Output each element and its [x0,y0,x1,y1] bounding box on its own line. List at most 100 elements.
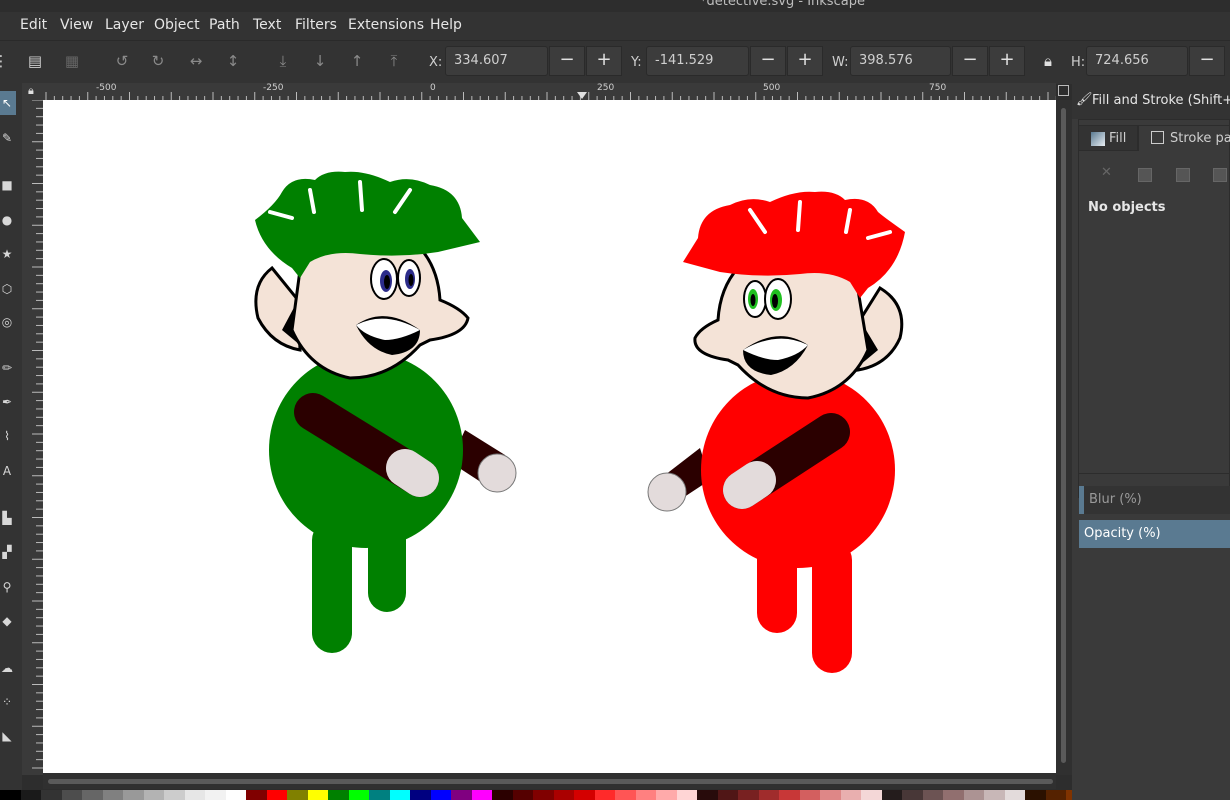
palette-swatch[interactable] [533,790,554,800]
palette-swatch[interactable] [225,790,246,800]
tab-fill[interactable]: Fill [1078,125,1138,151]
vertical-scroll-thumb[interactable] [1061,108,1066,763]
palette-swatch[interactable] [41,790,62,800]
palette-swatch[interactable] [963,790,984,800]
palette-swatch[interactable] [779,790,800,800]
zoom-corner-icon[interactable] [1058,85,1069,96]
palette-swatch[interactable] [512,790,533,800]
palette-swatch[interactable] [0,790,21,800]
palette-swatch[interactable] [881,790,902,800]
palette-swatch[interactable] [123,790,144,800]
blur-slider[interactable]: Blur (%) [1079,486,1230,514]
h-field[interactable]: 724.656 [1086,46,1188,76]
palette-swatch[interactable] [574,790,595,800]
calligraphy-tool-icon[interactable]: ⌇ [0,429,14,443]
palette-swatch[interactable] [82,790,103,800]
x-increment-button[interactable]: + [586,46,622,76]
flip-vertical-icon[interactable]: ↕ [224,52,242,70]
palette-swatch[interactable] [656,790,677,800]
mesh-tool-icon[interactable]: ▞ [0,545,14,559]
menu-view[interactable]: View [60,17,93,33]
text-tool-icon[interactable]: A [0,464,14,478]
rotate-ccw-icon[interactable]: ↺ [113,52,131,70]
palette-swatch[interactable] [758,790,779,800]
menu-layer[interactable]: Layer [105,17,144,33]
selector-tool[interactable]: ↖ [0,91,16,115]
green-character[interactable] [254,171,517,653]
palette-swatch[interactable] [615,790,636,800]
palette-swatch[interactable] [820,790,841,800]
lower-to-bottom-icon[interactable]: ⤓ [274,52,292,70]
palette-swatch[interactable] [594,790,615,800]
palette-swatch[interactable] [164,790,185,800]
dropper-tool-icon[interactable]: ⚲ [0,580,14,594]
palette-swatch[interactable] [943,790,964,800]
opacity-slider[interactable]: Opacity (%) [1079,520,1230,548]
vertical-scrollbar[interactable] [1056,85,1072,775]
vertical-ruler[interactable] [22,100,43,775]
palette-swatch[interactable] [205,790,226,800]
palette-swatch[interactable] [266,790,287,800]
palette-swatch[interactable] [861,790,882,800]
palette-swatch[interactable] [1025,790,1046,800]
palette-swatch[interactable] [922,790,943,800]
palette-swatch[interactable] [553,790,574,800]
guide-lock-icon[interactable]: 🔒︎ [28,84,34,98]
palette-swatch[interactable] [20,790,41,800]
node-tool-icon[interactable]: ✎ [0,131,14,145]
menu-help[interactable]: Help [430,17,462,33]
palette-swatch[interactable] [430,790,451,800]
menu-path[interactable]: Path [209,17,240,33]
paint-bucket-tool-icon[interactable]: ◆ [0,614,14,628]
palette-swatch[interactable] [1045,790,1066,800]
deselect-icon[interactable]: ▦ [63,52,81,70]
palette-swatch[interactable] [307,790,328,800]
palette-swatch[interactable] [799,790,820,800]
menu-edit[interactable]: Edit [20,17,47,33]
palette-swatch[interactable] [840,790,861,800]
menu-extensions[interactable]: Extensions [348,17,424,33]
palette-swatch[interactable] [184,790,205,800]
palette-swatch[interactable] [717,790,738,800]
select-all-layers-icon[interactable]: ▤ [26,52,44,70]
tab-stroke-paint[interactable]: Stroke paint [1138,125,1230,151]
radial-gradient-icon[interactable] [1213,168,1227,182]
palette-swatch[interactable] [246,790,267,800]
w-increment-button[interactable]: + [989,46,1025,76]
palette-swatch[interactable] [676,790,697,800]
palette-swatch[interactable] [328,790,349,800]
y-decrement-button[interactable]: − [750,46,786,76]
palette-swatch[interactable] [697,790,718,800]
palette-swatch[interactable] [143,790,164,800]
menu-object[interactable]: Object [154,17,200,33]
horizontal-scroll-thumb[interactable] [48,779,1053,784]
lower-icon[interactable]: ↓ [311,52,329,70]
x-field[interactable]: 334.607 [445,46,548,76]
3d-box-tool-icon[interactable]: ⬡ [0,282,14,296]
palette-swatch[interactable] [902,790,923,800]
lock-icon[interactable]: 🔒︎ [1039,52,1057,70]
red-character[interactable] [647,191,905,673]
linear-gradient-icon[interactable] [1176,168,1190,182]
h-decrement-button[interactable]: − [1189,46,1225,76]
spray-tool-icon[interactable]: ⁘ [0,695,14,709]
star-tool-icon[interactable]: ★ [0,247,14,261]
color-palette[interactable] [0,790,1230,800]
raise-to-top-icon[interactable]: ⤒ [385,52,403,70]
menu-filters[interactable]: Filters [295,17,337,33]
raise-icon[interactable]: ↑ [348,52,366,70]
pencil-tool-icon[interactable]: ✏ [0,361,14,375]
palette-swatch[interactable] [61,790,82,800]
menu-text[interactable]: Text [253,17,281,33]
palette-swatch[interactable] [451,790,472,800]
palette-swatch[interactable] [410,790,431,800]
flat-color-icon[interactable] [1138,168,1152,182]
palette-swatch[interactable] [492,790,513,800]
w-field[interactable]: 398.576 [850,46,951,76]
spiral-tool-icon[interactable]: ◎ [0,315,14,329]
y-increment-button[interactable]: + [787,46,823,76]
palette-swatch[interactable] [102,790,123,800]
no-paint-icon[interactable]: ✕ [1101,165,1112,180]
rotate-cw-icon[interactable]: ↻ [149,52,167,70]
palette-swatch[interactable] [287,790,308,800]
